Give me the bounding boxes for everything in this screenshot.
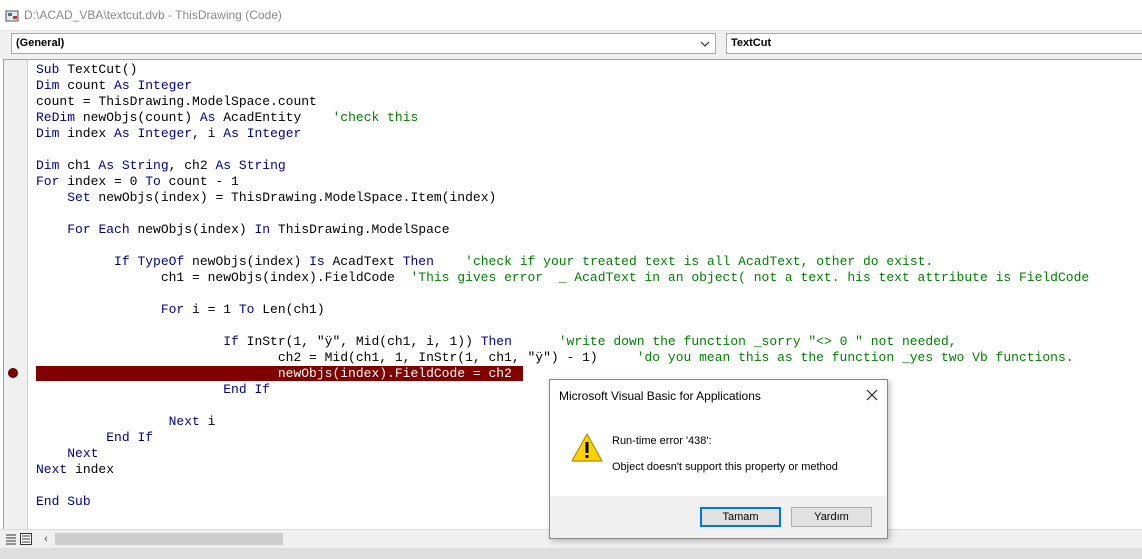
window-title: D:\ACAD_VBA\textcut.dvb - ThisDrawing (C… [24,8,282,22]
code-segment: Dim ch1 As String, ch2 As String [36,158,286,173]
procedure-dropdown[interactable]: TextCut [726,33,1142,54]
code-segment: If InStr(1, "ÿ", Mid(ch1, i, 1)) Then [223,334,512,349]
code-comment: 'check if your treated text is all AcadT… [465,254,934,269]
code-line[interactable]: Next index [36,462,114,477]
code-line[interactable]: Next [36,446,98,461]
help-button[interactable]: Yardım [791,507,872,527]
object-dropdown[interactable]: (General) [11,33,716,54]
code-segment: ch2 = Mid(ch1, 1, InStr(1, ch1, "ÿ") - 1… [36,350,637,365]
object-dropdown-value: (General) [16,37,65,49]
procedure-view-icon[interactable] [5,533,17,545]
code-segment: ReDim newObjs(count) As AcadEntity [36,110,333,125]
error-message-text: Object doesn't support this property or … [612,461,838,473]
code-segment: For index = 0 To count - 1 [36,174,239,189]
code-segment: Next [67,446,99,461]
code-line[interactable]: Sub TextCut() [36,62,137,77]
code-line[interactable]: newObjs(index).FieldCode = ch2 [36,366,512,381]
procedure-dropdown-value: TextCut [731,37,772,49]
code-line[interactable]: Next i [36,414,216,429]
code-segment: If TypeOf newObjs(index) Is AcadText The… [114,254,434,269]
code-line[interactable]: Dim index As Integer, i As Integer [36,126,301,141]
ok-button[interactable]: Tamam [700,507,781,527]
code-line[interactable]: Dim ch1 As String, ch2 As String [36,158,286,173]
scrollbar-thumb[interactable] [55,533,283,545]
runtime-error-dialog: Microsoft Visual Basic for Applications … [549,379,888,539]
code-line[interactable]: If TypeOf newObjs(index) Is AcadText The… [36,254,933,269]
code-line[interactable]: ReDim newObjs(count) As AcadEntity 'chec… [36,110,418,125]
vba-app-icon [5,10,19,22]
code-line[interactable]: Set newObjs(index) = ThisDrawing.ModelSp… [36,190,496,205]
dialog-title-bar: Microsoft Visual Basic for Applications [550,380,887,412]
code-line[interactable]: ch1 = newObjs(index).FieldCode 'This giv… [36,270,1089,285]
dialog-title: Microsoft Visual Basic for Applications [559,389,761,403]
code-comment: 'check this [332,110,419,125]
code-segment: Next i [168,414,216,429]
bottom-strip [0,548,1142,559]
chevron-left-icon[interactable]: ‹ [40,532,52,546]
code-line[interactable]: End If [36,382,270,397]
code-comment: 'write down the function _sorry "<> 0 " … [558,334,957,349]
combo-toolbar: (General) TextCut [0,31,1142,59]
code-segment: newObjs(index).FieldCode = ch2 [36,366,512,381]
title-bar: D:\ACAD_VBA\textcut.dvb - ThisDrawing (C… [0,0,1142,31]
code-segment: For Each newObjs(index) In ThisDrawing.M… [67,222,450,237]
code-segment: End If [223,382,271,397]
code-line[interactable]: For index = 0 To count - 1 [36,174,239,189]
dialog-body: Run-time error '438': Object doesn't sup… [550,412,887,496]
margin-indicator-bar[interactable] [4,60,28,530]
code-segment: Set newObjs(index) = ThisDrawing.ModelSp… [67,190,497,205]
code-comment: 'do you mean this as the function _yes t… [636,350,1074,365]
full-module-view-icon[interactable] [20,533,32,545]
code-segment: Next index [36,462,115,477]
warning-icon [571,433,603,462]
code-segment: End If [106,430,154,445]
code-segment: count = ThisDrawing.ModelSpace.count [36,94,317,109]
breakpoint-dot-icon[interactable] [8,368,18,378]
code-segment: For i = 1 To Len(ch1) [160,302,325,317]
code-line[interactable]: End If [36,430,153,445]
close-icon[interactable] [865,388,879,402]
code-line[interactable]: If InStr(1, "ÿ", Mid(ch1, i, 1)) Then 'w… [36,334,957,349]
error-code-text: Run-time error '438': [612,435,712,447]
code-line[interactable]: ch2 = Mid(ch1, 1, InStr(1, ch1, "ÿ") - 1… [36,350,1074,365]
chevron-down-icon[interactable] [699,37,711,51]
code-segment: Dim count As Integer [36,78,193,93]
code-segment: Dim index As Integer, i As Integer [36,126,302,141]
code-comment: 'This gives error _ AcadText in an objec… [410,270,1090,285]
code-segment: Sub TextCut() [36,62,138,77]
code-line[interactable]: For Each newObjs(index) In ThisDrawing.M… [36,222,450,237]
code-line[interactable]: Dim count As Integer [36,78,192,93]
code-line[interactable]: For i = 1 To Len(ch1) [36,302,325,317]
code-segment: ch1 = newObjs(index).FieldCode [36,270,411,285]
code-segment: End Sub [36,494,91,509]
code-line[interactable]: count = ThisDrawing.ModelSpace.count [36,94,317,109]
code-line[interactable]: End Sub [36,494,91,509]
